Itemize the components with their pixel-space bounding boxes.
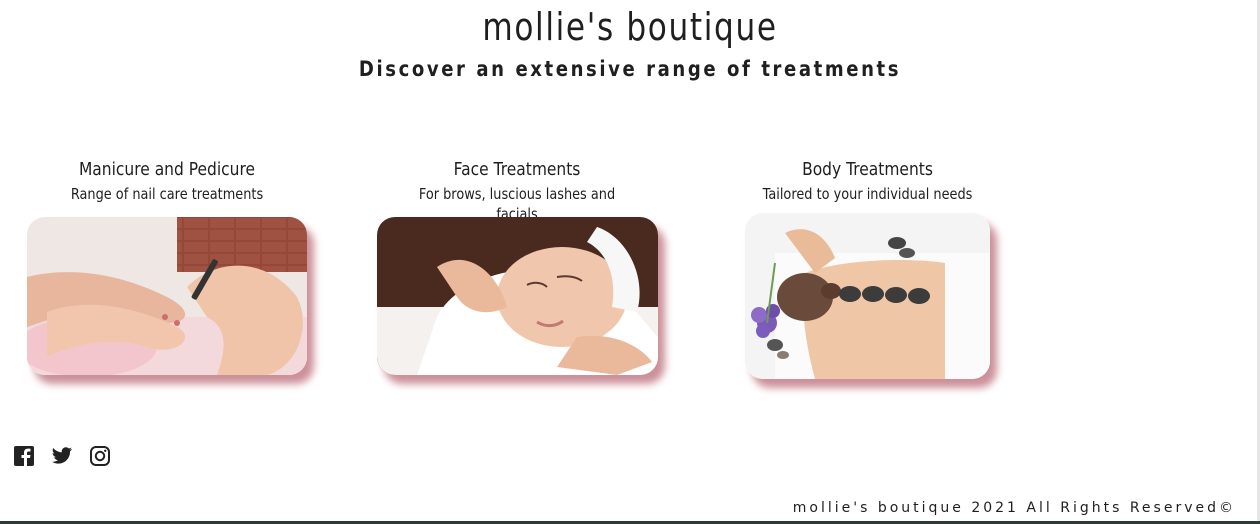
card-title: Manicure and Pedicure	[78, 159, 256, 180]
site-header: mollie's boutique Discover an extensive …	[0, 0, 1260, 82]
instagram-icon[interactable]	[88, 444, 112, 468]
body-image[interactable]	[745, 213, 990, 379]
manicure-image[interactable]	[27, 217, 307, 375]
card-subtitle: Tailored to your individual needs	[762, 185, 973, 203]
face-image[interactable]	[377, 217, 658, 375]
social-links	[12, 444, 112, 468]
card-manicure[interactable]: Manicure and Pedicure Range of nail care…	[27, 158, 307, 204]
card-subtitle: Range of nail care treatments	[70, 185, 264, 203]
site-footer: mollie's boutique 2021 All Rights Reserv…	[793, 500, 1236, 516]
tagline: Discover an extensive range of treatment…	[358, 57, 902, 81]
twitter-icon[interactable]	[50, 444, 74, 468]
card-face[interactable]: Face Treatments For brows, luscious lash…	[377, 158, 657, 224]
card-body[interactable]: Body Treatments Tailored to your individ…	[745, 158, 990, 204]
page: mollie's boutique Discover an extensive …	[0, 0, 1260, 524]
copyright-text: mollie's boutique 2021 All Rights Reserv…	[792, 500, 1219, 516]
brand-title[interactable]: mollie's boutique	[113, 0, 1146, 50]
card-title: Face Treatments	[453, 159, 581, 180]
card-title: Body Treatments	[802, 159, 933, 180]
copyright-symbol: ©	[1219, 500, 1236, 516]
facebook-icon[interactable]	[12, 444, 36, 468]
